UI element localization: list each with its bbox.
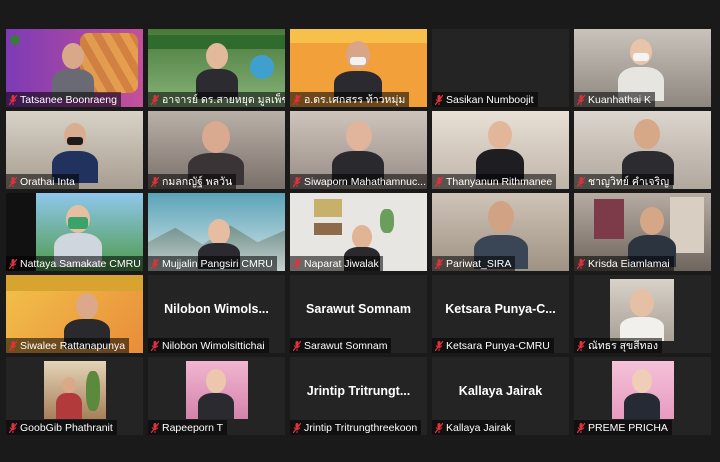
participant-tile[interactable]: Nattaya Samakate CMRU xyxy=(6,193,143,271)
mic-muted-icon xyxy=(435,176,443,187)
participant-name-label: Jrintip Tritrungthreekoon xyxy=(290,420,422,435)
participant-tile[interactable]: Nilobon Wimols... Nilobon Wimolsittichai xyxy=(148,275,285,353)
participant-tile[interactable]: GoobGib Phathranit xyxy=(6,357,143,435)
mic-muted-icon xyxy=(9,176,17,187)
participant-name-label: Rapeeporn T xyxy=(148,420,228,435)
mic-muted-icon xyxy=(293,258,301,269)
participant-display-name: Ketsara Punya-C... xyxy=(445,302,556,316)
participant-tile[interactable]: PREME PRICHA xyxy=(574,357,711,435)
profile-photo xyxy=(610,279,674,341)
participant-name-label: Tatsanee Boonraeng xyxy=(6,92,121,107)
participant-tile[interactable]: Sarawut Somnam Sarawut Somnam xyxy=(290,275,427,353)
participant-tile[interactable]: ณัทธร สุขสีทอง xyxy=(574,275,711,353)
mic-muted-icon xyxy=(435,94,443,105)
participant-name-label: กมลกญัฐ์ พลวัน xyxy=(148,174,237,189)
participant-name-label: GoobGib Phathranit xyxy=(6,420,117,435)
mic-muted-icon xyxy=(293,422,301,433)
participant-display-name: Sarawut Somnam xyxy=(306,302,411,316)
participant-tile[interactable]: อ.ดร.เศกสรร ท้าวหมุ่ม xyxy=(290,29,427,107)
participant-name-label: Sasikan Numboojit xyxy=(432,92,538,107)
participant-name-label: ชาญวิทย์ คำเจริญ xyxy=(574,174,674,189)
mic-muted-icon xyxy=(151,258,159,269)
participant-tile[interactable]: Siwaporn Mahathamnuc... xyxy=(290,111,427,189)
participant-name-label: PREME PRICHA xyxy=(574,420,672,435)
mic-muted-icon xyxy=(577,340,585,351)
mic-muted-icon xyxy=(151,422,159,433)
meeting-window: Tatsanee Boonraeng อาจารย์ ดร.สายหยุด มู… xyxy=(0,0,720,462)
participant-tile[interactable]: Thanyanun Rithmanee xyxy=(432,111,569,189)
participant-tile[interactable]: Naparat Jiwalak xyxy=(290,193,427,271)
profile-photo xyxy=(612,361,674,419)
participant-tile[interactable]: Tatsanee Boonraeng xyxy=(6,29,143,107)
mic-muted-icon xyxy=(9,258,17,269)
profile-photo xyxy=(186,361,248,419)
profile-photo xyxy=(44,361,106,419)
participant-tile[interactable]: Ketsara Punya-C... Ketsara Punya-CMRU xyxy=(432,275,569,353)
participant-name-label: Orathai Inta xyxy=(6,174,79,189)
participant-tile[interactable]: ชาญวิทย์ คำเจริญ xyxy=(574,111,711,189)
mic-muted-icon xyxy=(293,176,301,187)
participant-name-label: Nilobon Wimolsittichai xyxy=(148,338,269,353)
participant-name-label: อาจารย์ ดร.สายหยุด มูลเพ็ชร์ xyxy=(148,92,285,107)
mic-muted-icon xyxy=(151,340,159,351)
participant-name-label: Thanyanun Rithmanee xyxy=(432,174,557,189)
mic-muted-icon xyxy=(577,94,585,105)
participant-name-label: Mujjalin Pangsiri CMRU xyxy=(148,256,277,271)
participant-tile[interactable]: Jrintip Tritrungt... Jrintip Tritrungthr… xyxy=(290,357,427,435)
mic-muted-icon xyxy=(293,94,301,105)
participant-display-name: Kallaya Jairak xyxy=(458,384,543,398)
mic-muted-icon xyxy=(577,258,585,269)
participant-name-label: Pariwat_SIRA xyxy=(432,256,516,271)
participant-tile[interactable]: Orathai Inta xyxy=(6,111,143,189)
mic-muted-icon xyxy=(9,422,17,433)
participant-tile[interactable]: Sasikan Numboojit xyxy=(432,29,569,107)
participant-tile[interactable]: อาจารย์ ดร.สายหยุด มูลเพ็ชร์ xyxy=(148,29,285,107)
mic-muted-icon xyxy=(435,422,443,433)
participant-tile[interactable]: Siwalee Rattanapunya xyxy=(6,275,143,353)
participant-name-label: ณัทธร สุขสีทอง xyxy=(574,338,662,353)
participant-name-label: Nattaya Samakate CMRU xyxy=(6,256,143,271)
mic-muted-icon xyxy=(151,176,159,187)
participant-tile[interactable]: กมลกญัฐ์ พลวัน xyxy=(148,111,285,189)
mic-muted-icon xyxy=(9,340,17,351)
participant-display-name: Nilobon Wimols... xyxy=(164,302,269,316)
participant-name-label: Siwalee Rattanapunya xyxy=(6,338,130,353)
participant-tile[interactable]: Rapeeporn T xyxy=(148,357,285,435)
participant-name-label: Kallaya Jairak xyxy=(432,420,516,435)
mic-muted-icon xyxy=(435,258,443,269)
participant-name-label: Sarawut Somnam xyxy=(290,338,392,353)
mic-muted-icon xyxy=(9,94,17,105)
participant-tile[interactable]: Kallaya Jairak Kallaya Jairak xyxy=(432,357,569,435)
gallery-grid: Tatsanee Boonraeng อาจารย์ ดร.สายหยุด มู… xyxy=(6,29,711,435)
participant-tile[interactable]: Pariwat_SIRA xyxy=(432,193,569,271)
mic-muted-icon xyxy=(577,422,585,433)
participant-name-label: อ.ดร.เศกสรร ท้าวหมุ่ม xyxy=(290,92,410,107)
participant-display-name: Jrintip Tritrungt... xyxy=(306,384,411,398)
mic-muted-icon xyxy=(151,94,159,105)
participant-name-label: Krisda Eiamlamai xyxy=(574,256,674,271)
mic-muted-icon xyxy=(577,176,585,187)
mic-muted-icon xyxy=(293,340,301,351)
participant-name-label: Ketsara Punya-CMRU xyxy=(432,338,554,353)
participant-tile[interactable]: Kuanhathai K xyxy=(574,29,711,107)
participant-tile[interactable]: Mujjalin Pangsiri CMRU xyxy=(148,193,285,271)
mic-muted-icon xyxy=(435,340,443,351)
participant-name-label: Kuanhathai K xyxy=(574,92,656,107)
participant-name-label: Naparat Jiwalak xyxy=(290,256,383,271)
participant-tile[interactable]: Krisda Eiamlamai xyxy=(574,193,711,271)
participant-name-label: Siwaporn Mahathamnuc... xyxy=(290,174,427,189)
